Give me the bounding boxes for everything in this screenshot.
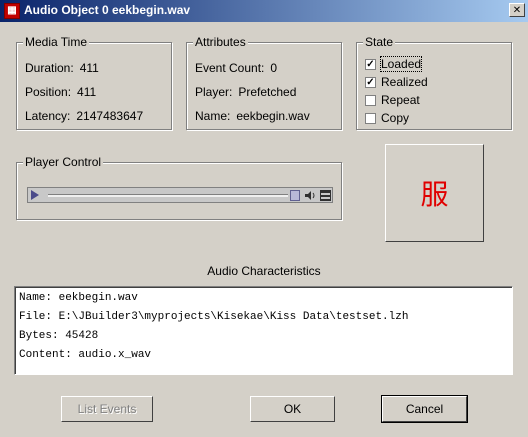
duration-row: Duration: 411 [25, 61, 99, 75]
audio-characteristics-text[interactable]: Name: eekbegin.wav File: E:\JBuilder3\my… [14, 286, 513, 375]
copy-checkbox-box [365, 112, 376, 124]
position-slider-track[interactable] [48, 194, 288, 197]
player-row: Player: Prefetched [195, 85, 296, 99]
event-count-value: 0 [270, 61, 278, 75]
position-label: Position: [25, 85, 72, 99]
duration-label: Duration: [25, 61, 74, 75]
media-time-group: Media Time Duration: 411 Position: 411 Lat… [16, 35, 172, 130]
media-time-legend: Media Time [23, 35, 90, 49]
audio-characteristics-label: Audio Characteristics [207, 264, 321, 278]
play-icon[interactable] [31, 190, 39, 200]
loaded-checkbox[interactable]: ✓ Loaded [365, 56, 423, 72]
state-group: State ✓ Loaded ✓ Realized Repeat Copy [356, 35, 512, 130]
characteristics-line: Content: audio.x_wav [19, 349, 152, 361]
latency-row: Latency: 2147483647 [25, 109, 143, 123]
characteristics-line: Bytes: 45428 [19, 330, 99, 342]
position-row: Position: 411 [25, 85, 96, 99]
cancel-button[interactable]: Cancel [381, 395, 468, 423]
characteristics-line: Name: eekbegin.wav [19, 292, 138, 304]
attributes-group: Attributes Event Count: 0 Player: Prefetch… [186, 35, 342, 130]
volume-icon[interactable] [304, 190, 316, 201]
player-control-legend: Player Control [23, 155, 104, 169]
player-value: Prefetched [238, 85, 297, 99]
event-count-row: Event Count: 0 [195, 61, 277, 75]
realized-checkbox[interactable]: ✓ Realized [365, 74, 428, 90]
latency-value: 2147483647 [76, 109, 144, 123]
position-value: 411 [77, 85, 97, 99]
realized-checkbox-box: ✓ [365, 76, 376, 88]
media-player-bar [27, 187, 333, 203]
repeat-checkbox-box [365, 94, 376, 106]
loaded-label: Loaded [379, 56, 423, 72]
repeat-label: Repeat [381, 93, 420, 107]
close-button[interactable]: ✕ [509, 3, 525, 17]
copy-label: Copy [381, 111, 410, 125]
copy-checkbox[interactable]: Copy [365, 110, 409, 126]
attributes-legend: Attributes [193, 35, 248, 49]
position-slider-thumb[interactable] [290, 190, 300, 201]
event-count-label: Event Count: [195, 61, 265, 75]
app-icon: ▦ [4, 3, 20, 19]
loaded-checkbox-box: ✓ [365, 58, 376, 70]
player-label: Player: [195, 85, 233, 99]
list-events-button[interactable]: List Events [61, 396, 153, 422]
name-label: Name: [195, 109, 231, 123]
ok-button[interactable]: OK [250, 396, 335, 422]
player-control-group: Player Control [16, 155, 342, 220]
title-bar: ▦ Audio Object 0 eekbegin.wav ✕ [0, 0, 528, 22]
name-value: eekbegin.wav [236, 109, 310, 123]
name-row: Name: eekbegin.wav [195, 109, 310, 123]
window-title: Audio Object 0 eekbegin.wav [24, 3, 191, 17]
visual-glyph: 服 [420, 178, 449, 211]
repeat-checkbox[interactable]: Repeat [365, 92, 420, 108]
visual-component-panel: 服 [385, 144, 484, 242]
duration-value: 411 [79, 61, 99, 75]
characteristics-line: File: E:\JBuilder3\myprojects\Kisekae\Ki… [19, 311, 409, 323]
latency-label: Latency: [25, 109, 71, 123]
state-legend: State [363, 35, 396, 49]
realized-label: Realized [381, 75, 428, 89]
control-panel-icon[interactable] [320, 190, 331, 201]
